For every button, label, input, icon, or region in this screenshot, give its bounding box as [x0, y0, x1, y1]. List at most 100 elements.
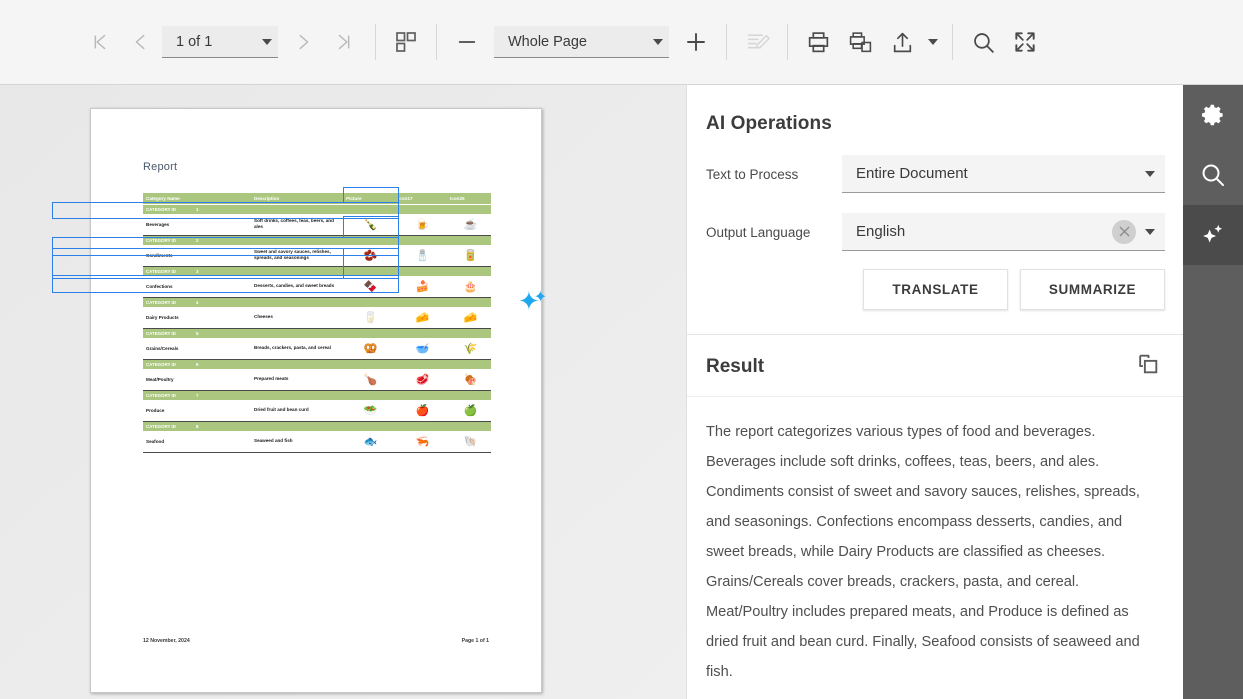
- chevron-down-icon: [262, 38, 272, 45]
- category-name-cell: Meat/Poultry: [143, 369, 251, 391]
- table-row: Produce Dried fruit and bean curd 🥗 🍎 🍏: [143, 400, 491, 422]
- toolbar-divider: [726, 24, 727, 60]
- sidebar-item-ai[interactable]: [1183, 205, 1243, 265]
- category-name-cell: Seafood: [143, 431, 251, 453]
- ai-operations-panel: AI Operations Text to Process Entire Doc…: [686, 85, 1183, 699]
- result-title: Result: [706, 356, 765, 377]
- picture-cell: 🥛: [343, 307, 395, 329]
- category-id-row: CATEGORY ID 5: [143, 328, 491, 338]
- ai-sparkle-icon[interactable]: ✦✦: [518, 288, 553, 314]
- next-page-button[interactable]: [282, 21, 324, 63]
- category-name-cell: Dairy Products: [143, 307, 251, 329]
- upload-options-button[interactable]: [923, 21, 943, 63]
- category-report-table: Category Name Description Picture Icon17 Ico…: [143, 193, 491, 453]
- footer-date: 12 November, 2024: [143, 638, 190, 644]
- plus-icon: [687, 33, 705, 51]
- minus-icon: [458, 41, 476, 43]
- clear-x-icon[interactable]: [1112, 219, 1136, 244]
- description-cell: Seaweed and fish: [251, 431, 343, 453]
- print-button[interactable]: [797, 21, 839, 63]
- picture-cell: 🍫: [343, 276, 395, 298]
- chevron-down-icon: [653, 38, 663, 45]
- pdf-viewer-app: 1 of 1 Whole Page Report Category Name D…: [0, 0, 1243, 699]
- summarize-button[interactable]: SUMMARIZE: [1020, 269, 1165, 310]
- text-to-process-select[interactable]: Entire Document: [842, 155, 1165, 193]
- fullscreen-button[interactable]: [1004, 21, 1046, 63]
- gear-icon: [1202, 104, 1223, 126]
- table-header-cell: Description: [251, 193, 343, 205]
- copy-button[interactable]: [1136, 352, 1161, 382]
- upload-button[interactable]: [881, 21, 923, 63]
- thumbnail-grid-icon: [396, 32, 416, 52]
- ai-action-buttons: TRANSLATE SUMMARIZE: [687, 251, 1183, 310]
- first-page-button[interactable]: [78, 21, 120, 63]
- search-button[interactable]: [962, 21, 1004, 63]
- table-header-cell: Category Name: [143, 193, 251, 205]
- last-page-button[interactable]: [324, 21, 366, 63]
- description-cell: Breads, crackers, pasta, and cereal: [251, 338, 343, 360]
- output-language-label: Output Language: [706, 224, 811, 240]
- page-number-select[interactable]: 1 of 1: [162, 26, 278, 58]
- previous-page-button[interactable]: [120, 21, 162, 63]
- next-page-icon: [299, 34, 309, 50]
- zoom-level-select[interactable]: Whole Page: [494, 26, 669, 58]
- table-row: Meat/Poultry Prepared meats 🍗 🥩 🍖: [143, 369, 491, 391]
- upload-icon: [893, 32, 911, 52]
- category-id-row: CATEGORY ID 1: [143, 204, 491, 214]
- toolbar-divider: [952, 24, 953, 60]
- footer-page-number: Page 1 of 1: [461, 638, 489, 644]
- right-sidebar: [1183, 85, 1243, 699]
- sidebar-item-settings[interactable]: [1183, 85, 1243, 145]
- table-header-cell: Icon25: [447, 193, 491, 205]
- category-name-cell: Grains/Cereals: [143, 338, 251, 360]
- icon17-cell: 🍺: [395, 214, 447, 236]
- table-row: Dairy Products Cheeses 🥛 🧀 🧀: [143, 307, 491, 329]
- output-language-select[interactable]: English: [842, 213, 1165, 251]
- annotate-button[interactable]: [736, 21, 778, 63]
- document-page[interactable]: Report Category Name Description Picture Ic…: [90, 108, 542, 693]
- top-toolbar: 1 of 1 Whole Page: [0, 0, 1243, 85]
- thumbnails-button[interactable]: [385, 21, 427, 63]
- category-id-cell: CATEGORY ID 3: [143, 266, 491, 276]
- picture-cell: 🍾: [343, 214, 395, 236]
- category-id-cell: CATEGORY ID 4: [143, 297, 491, 307]
- category-id-cell: CATEGORY ID 2: [143, 235, 491, 245]
- table-row: Confections Desserts, candies, and sweet …: [143, 276, 491, 298]
- icon17-cell: 🥩: [395, 369, 447, 391]
- last-page-icon: [338, 34, 350, 50]
- print-multiple-icon: [849, 31, 871, 52]
- chevron-down-icon: [928, 39, 938, 45]
- translate-button[interactable]: TRANSLATE: [863, 269, 1008, 310]
- document-footer: 12 November, 2024 Page 1 of 1: [143, 638, 489, 644]
- description-cell: Prepared meats: [251, 369, 343, 391]
- x-glyph: [1119, 226, 1129, 237]
- icon25-cell: 🌾: [447, 338, 491, 360]
- sidebar-item-search[interactable]: [1183, 145, 1243, 205]
- document-heading: Report: [143, 161, 178, 173]
- icon25-cell: 🥫: [447, 245, 491, 267]
- icon25-cell: 🍏: [447, 400, 491, 422]
- zoom-in-button[interactable]: [675, 21, 717, 63]
- zoom-out-button[interactable]: [446, 21, 488, 63]
- category-id-row: CATEGORY ID 4: [143, 297, 491, 307]
- icon25-cell: 🧀: [447, 307, 491, 329]
- icon17-cell: 🦐: [395, 431, 447, 453]
- print-copies-button[interactable]: [839, 21, 881, 63]
- document-viewer[interactable]: Report Category Name Description Picture Ic…: [0, 85, 686, 699]
- icon17-cell: 🥣: [395, 338, 447, 360]
- print-icon: [808, 31, 828, 52]
- page-indicator-label: 1 of 1: [176, 33, 213, 50]
- category-id-cell: CATEGORY ID 6: [143, 359, 491, 369]
- icon25-cell: ☕: [447, 214, 491, 236]
- chevron-down-icon: [1145, 228, 1155, 235]
- table-row: Beverages Soft drinks, coffees, teas, bee…: [143, 214, 491, 236]
- output-language-row: Output Language English: [687, 213, 1183, 251]
- search-icon: [973, 32, 994, 53]
- category-id-row: CATEGORY ID 8: [143, 421, 491, 431]
- result-text: The report categorizes various types of …: [706, 424, 1140, 680]
- chevron-down-icon: [1145, 170, 1155, 177]
- text-to-process-label: Text to Process: [706, 166, 799, 182]
- picture-cell: 🥗: [343, 400, 395, 422]
- category-id-cell: CATEGORY ID 5: [143, 328, 491, 338]
- picture-cell: 🥨: [343, 338, 395, 360]
